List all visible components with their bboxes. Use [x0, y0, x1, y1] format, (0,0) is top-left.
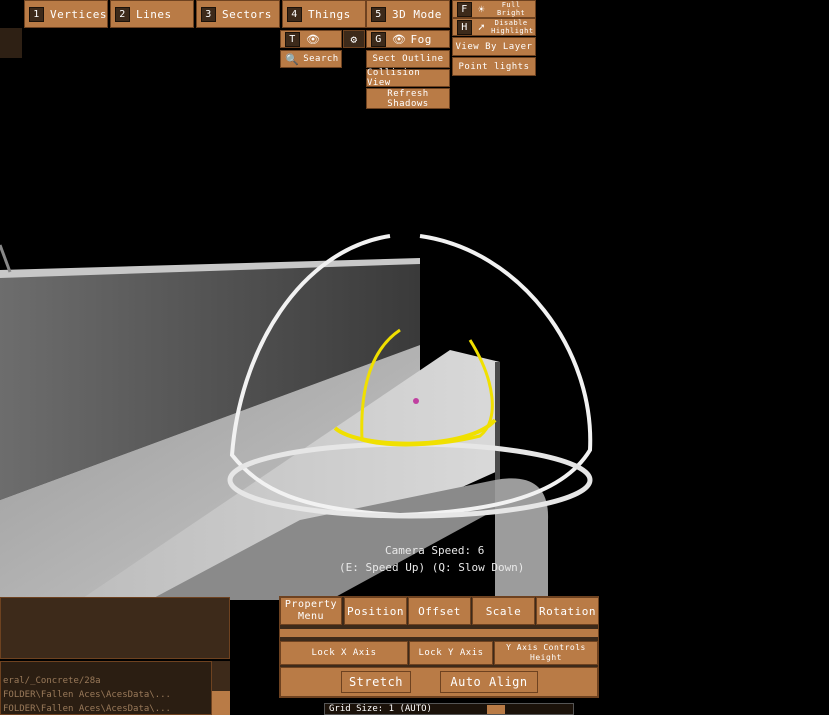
- grid-size-bar[interactable]: Grid Size: 1 (AUTO): [324, 703, 574, 715]
- view-by-layer-label: View By Layer: [455, 41, 533, 52]
- things-label: Things: [308, 7, 351, 21]
- tab-position-label: Position: [347, 604, 404, 618]
- y-axis-height-label: Y Axis Controls Height: [506, 643, 586, 662]
- collision-view-button[interactable]: Collision View: [366, 68, 450, 88]
- vertices-label: Vertices: [50, 7, 107, 21]
- point-lights-button[interactable]: Point lights: [452, 57, 536, 76]
- tab-property-menu[interactable]: Property Menu: [280, 597, 342, 625]
- file-list[interactable]: eral/_Concrete/28a FOLDER\Fallen Aces\Ac…: [0, 661, 212, 715]
- point-lights-label: Point lights: [458, 61, 530, 72]
- lock-x-axis-label: Lock X Axis: [311, 648, 377, 658]
- cursor-icon: ➚: [478, 20, 486, 34]
- tab-scale[interactable]: Scale: [472, 597, 535, 625]
- lock-y-axis-label: Lock Y Axis: [418, 648, 484, 658]
- sect-outline-button[interactable]: Sect Outline: [366, 50, 450, 68]
- tab-offset[interactable]: Offset: [408, 597, 471, 625]
- disable-highlight-button[interactable]: H ➚ Disable Highlight: [452, 18, 536, 36]
- gear-icon: ⚙: [350, 32, 358, 46]
- auto-align-label: Auto Align: [450, 675, 528, 689]
- eye-icon: 👁: [306, 32, 321, 46]
- grid-size-label: Grid Size: 1 (AUTO): [329, 704, 432, 714]
- auto-align-button[interactable]: Auto Align: [440, 671, 538, 693]
- stretch-label: Stretch: [348, 675, 404, 689]
- file-row[interactable]: eral/_Concrete/28a: [3, 676, 101, 686]
- file-list-scrollbar[interactable]: [212, 661, 230, 715]
- sectors-key: 3: [201, 6, 216, 22]
- sectors-label: Sectors: [222, 7, 272, 21]
- file-row[interactable]: FOLDER\Fallen Aces\AcesData\...: [3, 690, 171, 700]
- tab-scale-label: Scale: [485, 604, 522, 618]
- tab-rotation[interactable]: Rotation: [536, 597, 599, 625]
- camera-speed: Camera Speed: 6: [385, 544, 485, 557]
- settings-button[interactable]: ⚙: [343, 30, 365, 48]
- 3d-mode-button[interactable]: 5 3D Mode: [366, 0, 450, 28]
- disable-highlight-key: H: [457, 19, 472, 35]
- property-panel: Property Menu Position Offset Scale Rota…: [279, 596, 599, 698]
- refresh-shadows-label: Refresh Shadows: [387, 88, 429, 109]
- fullbright-key: F: [457, 1, 472, 17]
- 3d-mode-key: 5: [371, 6, 386, 22]
- things-key: 4: [287, 6, 302, 22]
- vertices-button[interactable]: 1 Vertices: [24, 0, 108, 28]
- things-toggle-button[interactable]: T 👁: [280, 30, 342, 48]
- camera-hint: (E: Speed Up) (Q: Slow Down): [339, 561, 525, 574]
- sectors-button[interactable]: 3 Sectors: [196, 0, 280, 28]
- 3d-mode-label: 3D Mode: [392, 7, 442, 21]
- t-key: T: [285, 31, 300, 47]
- stretch-button[interactable]: Stretch: [341, 671, 411, 693]
- search-button[interactable]: 🔍 Search: [280, 50, 342, 68]
- rail: [0, 244, 12, 273]
- lock-x-axis-button[interactable]: Lock X Axis: [280, 641, 408, 665]
- view-by-layer-button[interactable]: View By Layer: [452, 37, 536, 56]
- lines-label: Lines: [136, 7, 172, 21]
- tab-property-menu-label: Property Menu: [284, 599, 338, 622]
- bulb-icon: ☀: [478, 2, 486, 16]
- left-corner-block: [0, 28, 22, 58]
- things-button[interactable]: 4 Things: [282, 0, 366, 28]
- file-row[interactable]: FOLDER\Fallen Aces\AcesData\...: [3, 704, 171, 714]
- fullbright-button[interactable]: F ☀ Full Bright: [452, 0, 536, 18]
- y-axis-height-button[interactable]: Y Axis Controls Height: [494, 641, 598, 665]
- fog-button[interactable]: G 👁 Fog: [366, 30, 450, 48]
- texture-panel: [0, 597, 230, 659]
- vertices-key: 1: [29, 6, 44, 22]
- search-icon: 🔍: [285, 52, 300, 66]
- search-label: Search: [303, 54, 339, 64]
- lines-key: 2: [115, 6, 130, 22]
- tab-offset-label: Offset: [418, 604, 461, 618]
- scrollbar-thumb[interactable]: [212, 691, 230, 715]
- fog-eye-icon: 👁: [392, 32, 407, 46]
- panel-divider: [280, 627, 598, 639]
- grid-size-slider[interactable]: [487, 705, 505, 714]
- lines-button[interactable]: 2 Lines: [110, 0, 194, 28]
- disable-highlight-label: Disable Highlight: [491, 19, 534, 35]
- tab-rotation-label: Rotation: [539, 604, 596, 618]
- g-key: G: [371, 31, 386, 47]
- sect-outline-label: Sect Outline: [372, 54, 444, 64]
- fullbright-label: Full Bright: [496, 1, 526, 17]
- light-thing[interactable]: [413, 398, 419, 404]
- align-row: [280, 667, 598, 697]
- fog-label: Fog: [410, 32, 432, 46]
- tab-position[interactable]: Position: [344, 597, 407, 625]
- lock-y-axis-button[interactable]: Lock Y Axis: [409, 641, 493, 665]
- refresh-shadows-button[interactable]: Refresh Shadows: [366, 88, 450, 109]
- collision-view-label: Collision View: [367, 68, 421, 88]
